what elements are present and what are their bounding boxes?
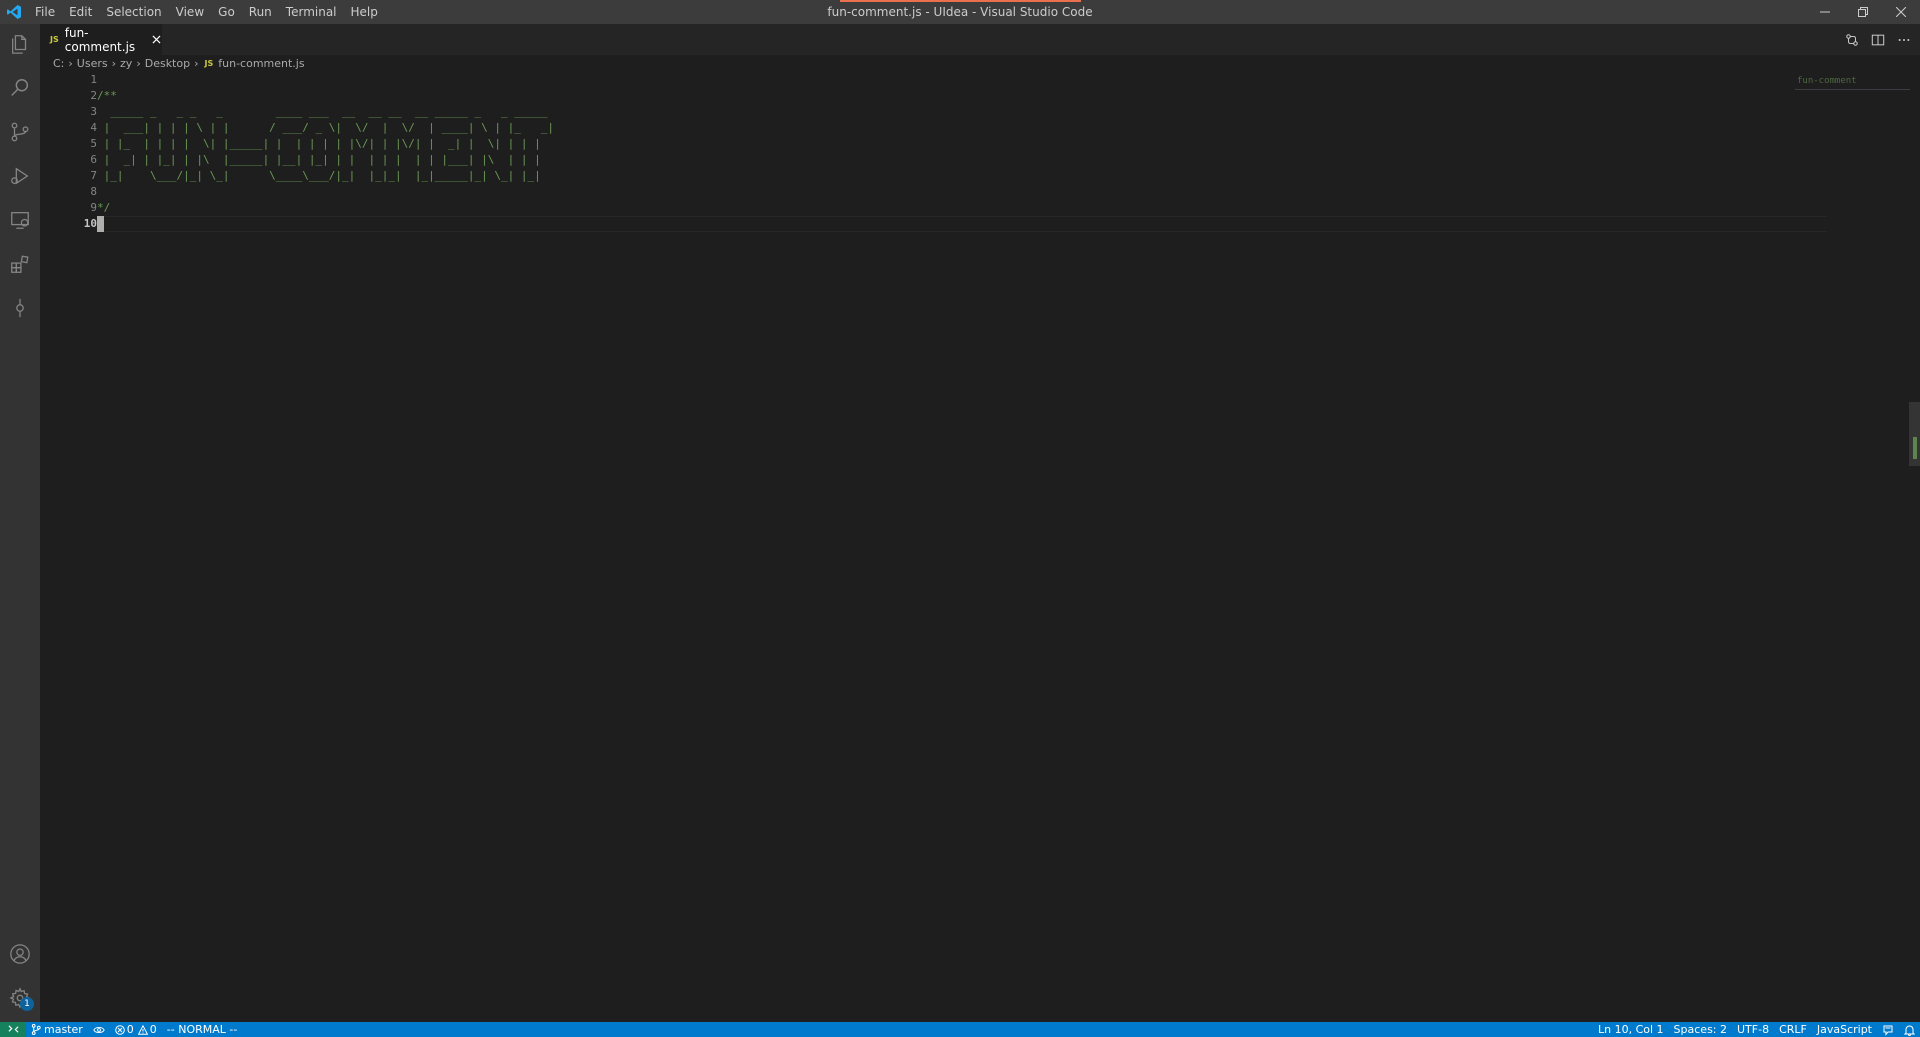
line-number: 4 — [90, 121, 97, 134]
javascript-file-icon: JS — [204, 58, 214, 68]
run-debug-icon[interactable] — [0, 156, 40, 196]
extensions-icon[interactable] — [0, 244, 40, 284]
line-number: 5 — [90, 137, 97, 150]
restore-button[interactable] — [1844, 0, 1882, 24]
remote-explorer-icon[interactable] — [0, 200, 40, 240]
line-number: 2 — [90, 89, 97, 102]
notifications-bell-icon[interactable] — [1899, 1022, 1920, 1037]
line-number: 9 — [90, 201, 97, 214]
warning-count: 0 — [149, 1023, 157, 1036]
explorer-icon[interactable] — [0, 24, 40, 64]
cursor-position-status[interactable]: Ln 10, Col 1 — [1593, 1022, 1669, 1037]
activity-bar: 1 — [0, 24, 40, 1022]
menu-terminal[interactable]: Terminal — [279, 0, 344, 24]
code-line: _____ _ _ _ _ ____ ___ __ __ __ __ _____… — [97, 105, 548, 118]
line-number: 8 — [90, 185, 97, 198]
minimize-button[interactable] — [1806, 0, 1844, 24]
remote-indicator-button[interactable] — [0, 1022, 26, 1037]
menu-edit[interactable]: Edit — [62, 0, 99, 24]
breadcrumb: C: › Users › zy › Desktop › JS fun-comme… — [40, 55, 1920, 71]
tab-label: fun-comment.js — [64, 25, 136, 54]
line-number: 6 — [90, 153, 97, 166]
close-icon[interactable] — [150, 33, 162, 47]
window-controls — [1806, 0, 1920, 24]
warning-icon — [137, 1024, 148, 1035]
vscode-logo-icon — [0, 0, 28, 24]
line-number: 3 — [90, 105, 97, 118]
vim-mode-status: -- NORMAL -- — [166, 1023, 238, 1036]
minimap-preview: fun-comment — [1797, 76, 1857, 86]
line-number-active: 10 — [83, 217, 97, 230]
breadcrumb-item-file[interactable]: fun-comment.js — [218, 57, 304, 70]
manage-gear-icon[interactable]: 1 — [0, 978, 40, 1018]
source-control-icon[interactable] — [0, 112, 40, 152]
eye-icon — [93, 1026, 105, 1033]
breadcrumb-item-desktop[interactable]: Desktop — [145, 57, 190, 70]
chevron-right-icon: › — [194, 56, 199, 70]
language-mode-status[interactable]: JavaScript — [1812, 1022, 1877, 1037]
indentation-status[interactable]: Spaces: 2 — [1669, 1022, 1732, 1037]
menu-help[interactable]: Help — [344, 0, 385, 24]
close-window-button[interactable] — [1882, 0, 1920, 24]
javascript-file-icon: JS — [50, 35, 59, 44]
chevron-right-icon: › — [111, 56, 117, 70]
title-bar: File Edit Selection View Go Run Terminal… — [0, 0, 1920, 24]
editor-tab-bar: JS fun-comment.js — [40, 24, 1920, 55]
code-line: /** — [97, 89, 117, 102]
branch-status[interactable]: master — [26, 1022, 88, 1037]
menu-selection[interactable]: Selection — [99, 0, 168, 24]
code-line: */ — [97, 201, 111, 214]
scrollbar-marker — [1913, 437, 1917, 459]
menu-run[interactable]: Run — [242, 0, 279, 24]
open-changes-icon[interactable] — [1844, 32, 1860, 48]
error-icon — [114, 1024, 125, 1035]
more-actions-icon[interactable] — [1896, 32, 1912, 48]
accounts-icon[interactable] — [0, 934, 40, 974]
vertical-scrollbar[interactable] — [1908, 72, 1920, 1022]
title-accent-line — [840, 0, 1081, 2]
status-right-group: Ln 10, Col 1 Spaces: 2 UTF-8 CRLF JavaSc… — [1593, 1022, 1920, 1037]
sync-status[interactable] — [88, 1022, 110, 1037]
eol-status[interactable]: CRLF — [1774, 1022, 1812, 1037]
encoding-status[interactable]: UTF-8 — [1732, 1022, 1774, 1037]
tab-fun-comment[interactable]: JS fun-comment.js — [40, 24, 162, 55]
split-editor-icon[interactable] — [1870, 32, 1886, 48]
chevron-right-icon: › — [136, 56, 141, 70]
search-icon[interactable] — [0, 68, 40, 108]
current-line-highlight — [97, 216, 1827, 232]
code-line: |_| \___/|_| \_| \____\___/|_| |_|_| |_|… — [97, 169, 541, 182]
code-line: | _| | |_| | |\ |_____| |__| |_| | | | |… — [97, 153, 541, 166]
menu-view[interactable]: View — [169, 0, 211, 24]
code-line: | ___| | | | \ | | / ___/ _ \| \/ | \/ |… — [97, 121, 554, 134]
code-editor[interactable]: 1 2 3 4 5 6 7 8 9 10 /** _____ _ _ _ _ _… — [40, 72, 1920, 1022]
chevron-right-icon: › — [68, 56, 73, 70]
git-branch-icon — [31, 1024, 41, 1035]
timeline-icon[interactable] — [0, 288, 40, 328]
feedback-icon[interactable] — [1877, 1022, 1899, 1037]
line-number: 7 — [90, 169, 97, 182]
breadcrumb-item-drive[interactable]: C: — [53, 57, 64, 70]
branch-name: master — [44, 1023, 83, 1036]
editor-actions — [1844, 24, 1912, 55]
menu-file[interactable]: File — [28, 0, 62, 24]
text-cursor — [97, 216, 104, 232]
breadcrumb-item-users[interactable]: Users — [77, 57, 108, 70]
settings-badge: 1 — [20, 997, 34, 1011]
breadcrumb-item-zy[interactable]: zy — [120, 57, 132, 70]
status-bar: master 0 0 -- NORMAL -- Ln 10, Col 1 Spa… — [0, 1022, 1920, 1037]
code-line: | |_ | | | | \| |_____| | | | | | |\/| |… — [97, 137, 541, 150]
menu-go[interactable]: Go — [211, 0, 242, 24]
problems-status[interactable]: 0 0 — [110, 1022, 162, 1037]
error-count: 0 — [126, 1023, 134, 1036]
menu-bar: File Edit Selection View Go Run Terminal… — [28, 0, 385, 24]
line-number: 1 — [90, 73, 97, 86]
